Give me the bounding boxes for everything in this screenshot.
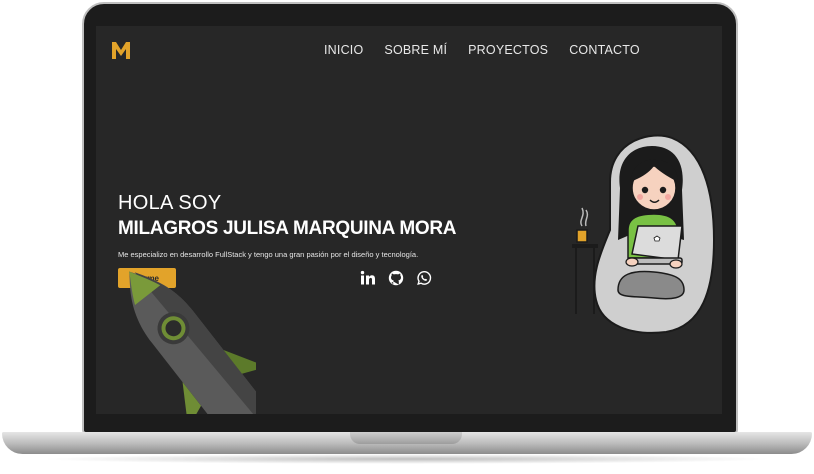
laptop-shadow xyxy=(40,454,774,464)
hero-name: MILAGROS JULISA MARQUINA MORA xyxy=(118,218,457,239)
nav-item-proyectos[interactable]: PROYECTOS xyxy=(468,43,548,57)
nav-item-sobre-mi[interactable]: SOBRE MÍ xyxy=(384,43,447,57)
girl-with-laptop-illustration xyxy=(572,134,716,334)
nav-item-contacto[interactable]: CONTACTO xyxy=(569,43,640,57)
github-icon[interactable] xyxy=(388,270,404,286)
laptop-screen: INICIO SOBRE MÍ PROYECTOS CONTACTO HOLA … xyxy=(96,26,722,414)
logo-icon[interactable] xyxy=(110,39,132,61)
nav-item-inicio[interactable]: INICIO xyxy=(324,43,363,57)
rocket-illustration xyxy=(129,271,256,414)
hero-description: Me especializo en desarrollo FullStack y… xyxy=(118,250,419,259)
linkedin-icon[interactable] xyxy=(360,270,376,286)
hero-greeting: HOLA SOY xyxy=(118,192,222,214)
social-links xyxy=(360,270,432,286)
whatsapp-icon[interactable] xyxy=(416,270,432,286)
main-nav: INICIO SOBRE MÍ PROYECTOS CONTACTO xyxy=(324,43,640,57)
laptop-notch xyxy=(350,432,462,444)
